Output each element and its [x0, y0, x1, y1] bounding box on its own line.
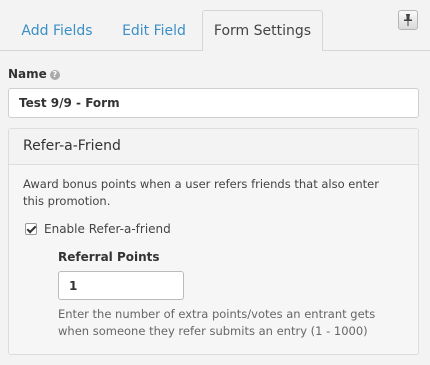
tab-form-settings[interactable]: Form Settings — [202, 10, 323, 51]
pin-button[interactable] — [398, 10, 418, 30]
referral-points-help: Enter the number of extra points/votes a… — [58, 307, 376, 338]
referral-points-input[interactable] — [58, 271, 184, 300]
tab-add-fields[interactable]: Add Fields — [16, 12, 98, 50]
enable-refer-label[interactable]: Enable Refer-a-friend — [44, 222, 171, 236]
name-label: Name? — [8, 67, 60, 81]
help-icon[interactable]: ? — [49, 70, 60, 80]
enable-refer-checkbox[interactable] — [25, 223, 37, 235]
panel-description: Award bonus points when a user refers fr… — [23, 177, 379, 208]
enable-refer-row[interactable]: Enable Refer-a-friend — [25, 222, 171, 236]
panel-title: Refer-a-Friend — [9, 129, 418, 165]
name-label-text: Name — [8, 67, 47, 81]
pin-icon — [404, 14, 412, 26]
refer-a-friend-panel: Refer-a-Friend Award bonus points when a… — [8, 128, 419, 355]
referral-points-label: Referral Points — [58, 250, 160, 264]
tab-edit-field[interactable]: Edit Field — [116, 12, 192, 50]
tab-bar: Add Fields Edit Field Form Settings — [0, 0, 430, 51]
name-field[interactable] — [8, 88, 419, 118]
